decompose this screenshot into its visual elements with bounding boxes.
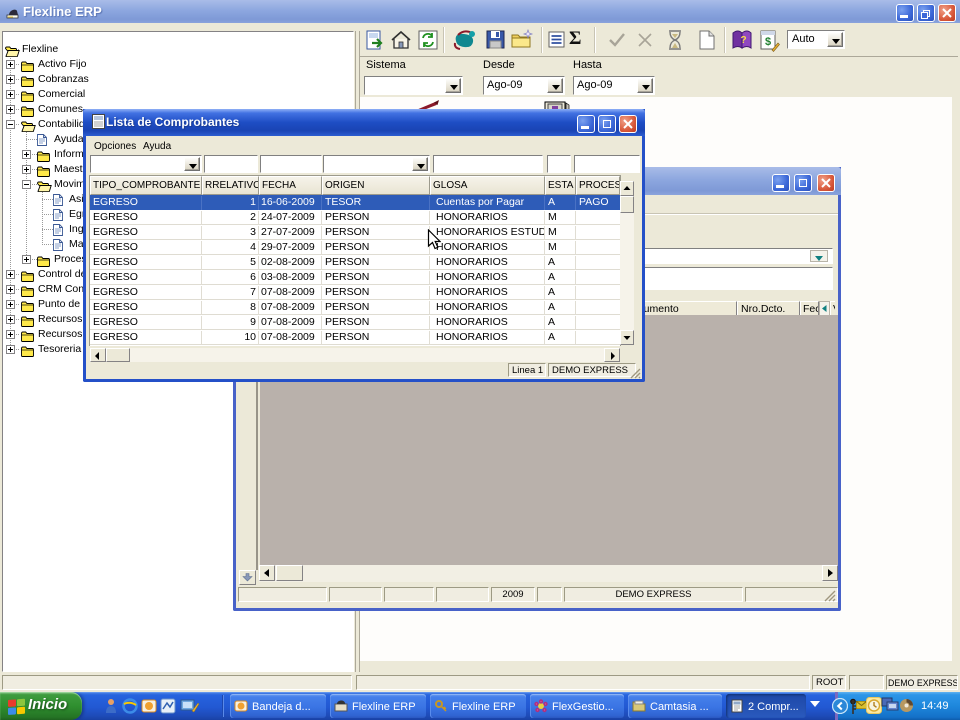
svg-text:?: ? — [740, 35, 746, 46]
svg-text:$: $ — [765, 36, 771, 48]
